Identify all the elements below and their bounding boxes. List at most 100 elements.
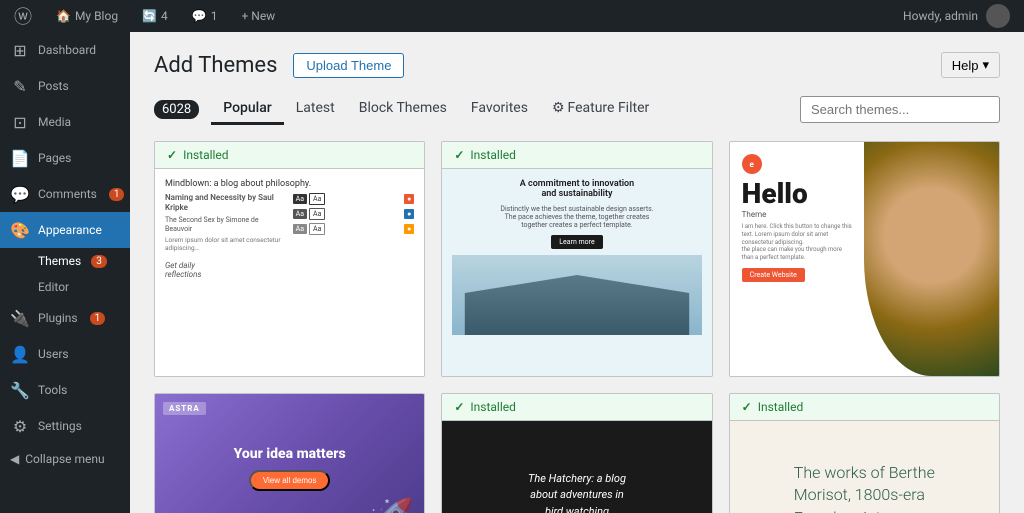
check-icon: ✓: [742, 400, 752, 414]
themes-sub-label: Themes: [38, 254, 81, 268]
sidebar-item-appearance[interactable]: 🎨 Appearance: [0, 212, 130, 248]
theme-card-hatchery[interactable]: ✓ Installed The Hatchery: a blogabout ad…: [441, 393, 712, 513]
updates-item[interactable]: 🔄 4: [136, 0, 174, 32]
themes-badge: 3: [91, 255, 107, 268]
comments-item[interactable]: 💬 1: [186, 0, 224, 32]
comments-icon: 💬: [192, 9, 207, 23]
theme-card-twentytwentythree[interactable]: ✓ Installed Mindblown: a blog about phil…: [154, 141, 425, 377]
sidebar-item-dashboard[interactable]: ⊞ Dashboard: [0, 32, 130, 68]
preview-desc: I am here. Click this button to change t…: [742, 223, 853, 262]
help-label: Help: [952, 58, 979, 73]
check-icon: ✓: [167, 148, 177, 162]
theme-count-badge: 6028: [154, 100, 199, 119]
admin-bar-left: ⓦ 🏠 My Blog 🔄 4 💬 1 + New: [8, 0, 897, 32]
sidebar-item-label: Users: [38, 347, 69, 361]
chevron-down-icon: ▾: [982, 57, 989, 73]
sidebar-item-label: Plugins: [38, 311, 78, 325]
sidebar-item-posts[interactable]: ✎ Posts: [0, 68, 130, 104]
sidebar-item-users[interactable]: 👤 Users: [0, 336, 130, 372]
preview-text: Mindblown: a blog about philosophy.: [165, 179, 414, 189]
upload-theme-button[interactable]: Upload Theme: [293, 53, 404, 78]
comments-badge: 1: [109, 188, 125, 201]
sidebar-item-media[interactable]: ⊡ Media: [0, 104, 130, 140]
collapse-label: Collapse menu: [25, 452, 104, 466]
new-label: + New: [241, 9, 275, 23]
site-name-item[interactable]: 🏠 My Blog: [50, 0, 124, 32]
installed-label: Installed: [470, 148, 516, 162]
sidebar-sub-themes[interactable]: Themes 3: [0, 248, 130, 274]
wp-logo-item[interactable]: ⓦ: [8, 0, 38, 32]
astra-illustration: 🚀: [365, 496, 415, 513]
settings-icon: ⚙: [10, 417, 30, 436]
installed-banner: ✓ Installed: [442, 142, 711, 169]
tab-block-themes[interactable]: Block Themes: [347, 94, 459, 125]
sidebar-sub-editor[interactable]: Editor: [0, 274, 130, 300]
posts-icon: ✎: [10, 77, 30, 96]
help-button[interactable]: Help ▾: [941, 52, 1000, 78]
theme-preview: A commitment to innovationand sustainabi…: [442, 169, 711, 377]
preview-left: e Hello Theme I am here. Click this butt…: [730, 142, 865, 376]
site-name: My Blog: [75, 9, 118, 23]
theme-card-hello-elementor[interactable]: e Hello Theme I am here. Click this butt…: [729, 141, 1000, 377]
sidebar-item-pages[interactable]: 📄 Pages: [0, 140, 130, 176]
theme-card-twentytwentyfour[interactable]: ✓ Installed A commitment to innovationan…: [441, 141, 712, 377]
appearance-icon: 🎨: [10, 221, 30, 240]
preview-right: [864, 142, 999, 376]
sidebar-item-label: Pages: [38, 151, 71, 165]
search-themes-input[interactable]: [800, 96, 1000, 123]
preview-title: Hello: [742, 180, 853, 208]
preview-headline: A commitment to innovationand sustainabi…: [520, 179, 634, 199]
sidebar-item-label: Tools: [38, 383, 67, 397]
gear-icon: ⚙: [552, 100, 565, 116]
tabs-bar: 6028 Popular Latest Block Themes Favorit…: [154, 94, 1000, 125]
sidebar-item-comments[interactable]: 💬 Comments 1: [0, 176, 130, 212]
collapse-icon: ◀: [10, 452, 19, 466]
astra-cta: View all demos: [249, 470, 331, 491]
howdy-text: Howdy, admin: [903, 9, 978, 23]
comments-count: 1: [211, 9, 218, 23]
plugins-icon: 🔌: [10, 309, 30, 328]
home-icon: 🏠: [56, 9, 71, 23]
preview-text: The works of BertheMorisot, 1800s-eraFre…: [794, 462, 935, 513]
collapse-menu-item[interactable]: ◀ Collapse menu: [0, 444, 130, 474]
sidebar-item-label: Media: [38, 115, 71, 129]
sidebar-item-tools[interactable]: 🔧 Tools: [0, 372, 130, 408]
astra-headline: Your idea matters: [234, 446, 346, 462]
plugins-badge: 1: [90, 312, 106, 325]
sidebar-item-label: Settings: [38, 419, 82, 433]
main-layout: ⊞ Dashboard ✎ Posts ⊡ Media 📄 Pages 💬 Co…: [0, 32, 1024, 513]
elementor-badge: e: [742, 154, 762, 174]
preview-text: The Hatchery: a blogabout adventures inb…: [528, 471, 626, 513]
tab-feature-filter[interactable]: ⚙Feature Filter: [540, 94, 661, 125]
wp-logo-icon: ⓦ: [14, 3, 32, 29]
installed-banner: ✓ Installed: [155, 142, 424, 169]
comments-icon: 💬: [10, 185, 30, 204]
page-header: Add Themes Upload Theme Help ▾: [154, 52, 1000, 78]
installed-label: Installed: [470, 400, 516, 414]
admin-bar-right: Howdy, admin: [897, 0, 1016, 32]
themes-grid: ✓ Installed Mindblown: a blog about phil…: [154, 141, 1000, 513]
tab-latest[interactable]: Latest: [284, 94, 347, 125]
howdy-item[interactable]: Howdy, admin: [897, 0, 1016, 32]
theme-card-berthe[interactable]: ✓ Installed The works of BertheMorisot, …: [729, 393, 1000, 513]
astra-brand: ASTRA: [163, 402, 206, 415]
users-icon: 👤: [10, 345, 30, 364]
avatar-icon: [986, 4, 1010, 28]
tab-popular[interactable]: Popular: [211, 94, 284, 125]
sidebar-item-plugins[interactable]: 🔌 Plugins 1: [0, 300, 130, 336]
preview-subtitle: Theme: [742, 210, 853, 219]
check-icon: ✓: [454, 400, 464, 414]
sidebar-item-settings[interactable]: ⚙ Settings: [0, 408, 130, 444]
theme-preview: The Hatchery: a blogabout adventures inb…: [442, 421, 711, 513]
sidebar: ⊞ Dashboard ✎ Posts ⊡ Media 📄 Pages 💬 Co…: [0, 32, 130, 513]
theme-preview: e Hello Theme I am here. Click this butt…: [730, 142, 999, 376]
installed-banner: ✓ Installed: [442, 394, 711, 421]
theme-card-astra[interactable]: ASTRA Your idea matters View all demos 🚀…: [154, 393, 425, 513]
media-icon: ⊡: [10, 113, 30, 132]
preview-building: [452, 255, 701, 335]
preview-sub: Distinctly we the best sustainable desig…: [500, 205, 653, 229]
tab-favorites[interactable]: Favorites: [459, 94, 540, 125]
content-area: Add Themes Upload Theme Help ▾ 6028 Popu…: [130, 32, 1024, 513]
new-content-item[interactable]: + New: [235, 0, 281, 32]
installed-banner: ✓ Installed: [730, 394, 999, 421]
